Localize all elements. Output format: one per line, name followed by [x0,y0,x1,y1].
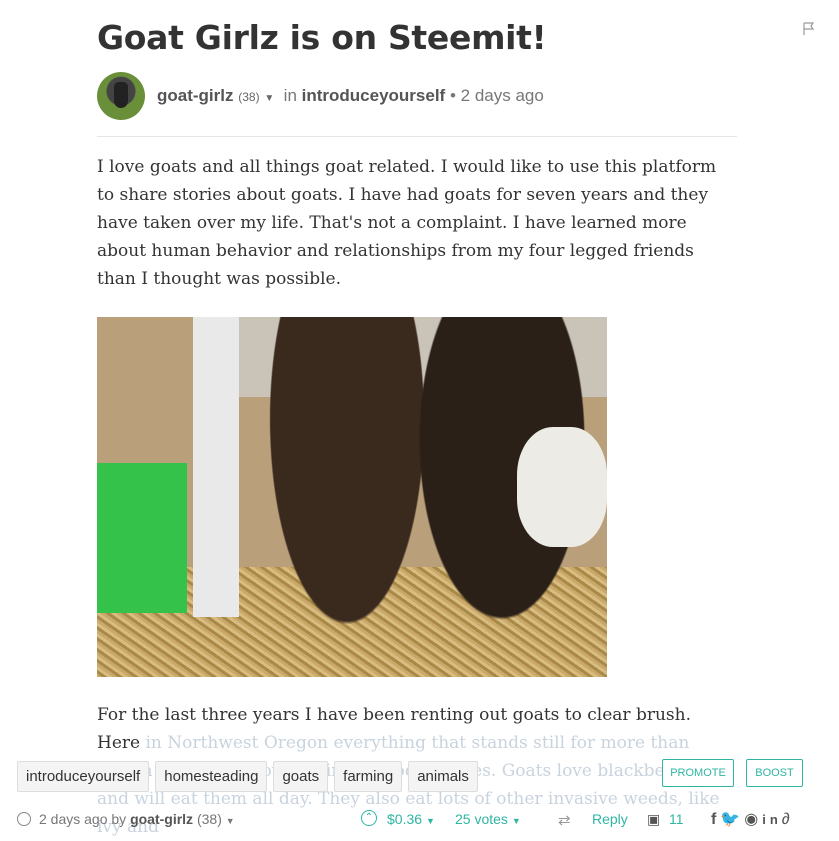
tag-homesteading[interactable]: homesteading [155,761,268,792]
tag-list: introduceyourself homesteading goats far… [17,761,478,792]
votes-count: 25 votes [455,811,508,827]
facebook-icon[interactable]: f [711,811,720,829]
author-reputation: (38) [238,90,260,104]
reply-link[interactable]: Reply [592,811,628,827]
in-label: in [283,86,297,105]
linkedin-icon[interactable]: in [762,812,782,827]
tag-farming[interactable]: farming [334,761,403,792]
chevron-down-icon[interactable]: ▼ [264,93,274,104]
clock-icon [17,812,31,826]
tag-animals[interactable]: animals [408,761,478,792]
upvote-icon[interactable]: ⌃ [361,810,377,826]
promote-button[interactable]: PROMOTE [662,759,734,787]
link-icon[interactable]: ∂ [782,811,794,829]
share-links: f🐦◉in∂ [711,809,794,829]
footer-author-link[interactable]: goat-girlz [130,811,193,827]
author-row: goat-girlz (38) ▼ in introduceyourself •… [97,72,737,122]
twitter-icon[interactable]: 🐦 [720,809,744,829]
post-meta: goat-girlz (38) ▼ in introduceyourself •… [157,86,544,106]
post-footer: 2 days ago by goat-girlz (38) ▼ ⌃ $0.36 … [17,808,837,832]
payout-value: $0.36 [387,811,423,827]
boost-button[interactable]: BOOST [746,759,803,787]
post-paragraph-1: I love goats and all things goat related… [97,157,717,289]
goats-photo [97,317,637,677]
flag-icon[interactable] [803,22,815,36]
divider [97,136,737,137]
tag-introduceyourself[interactable]: introduceyourself [17,761,150,792]
footer-time: 2 days ago by goat-girlz (38) ▼ [39,811,235,827]
comments-icon[interactable]: ▣ [647,811,660,828]
chevron-down-icon[interactable]: ▼ [226,816,235,826]
footer-reputation: (38) [196,811,222,827]
reddit-icon[interactable]: ◉ [744,809,762,829]
author-link[interactable]: goat-girlz [157,86,234,105]
comments-count[interactable]: 11 [669,811,684,827]
post-time: 2 days ago [460,86,544,105]
avatar[interactable] [97,72,145,120]
footer-time-prefix: 2 days ago by [39,811,127,827]
resteem-icon[interactable]: ⇄ [558,811,571,829]
category-link[interactable]: introduceyourself [302,86,446,105]
payout-dropdown[interactable]: $0.36 ▼ [387,811,435,827]
post-title: Goat Girlz is on Steemit! [97,18,547,57]
tag-goats[interactable]: goats [273,761,329,792]
meta-separator: • [449,86,456,105]
votes-dropdown[interactable]: 25 votes ▼ [455,811,521,827]
